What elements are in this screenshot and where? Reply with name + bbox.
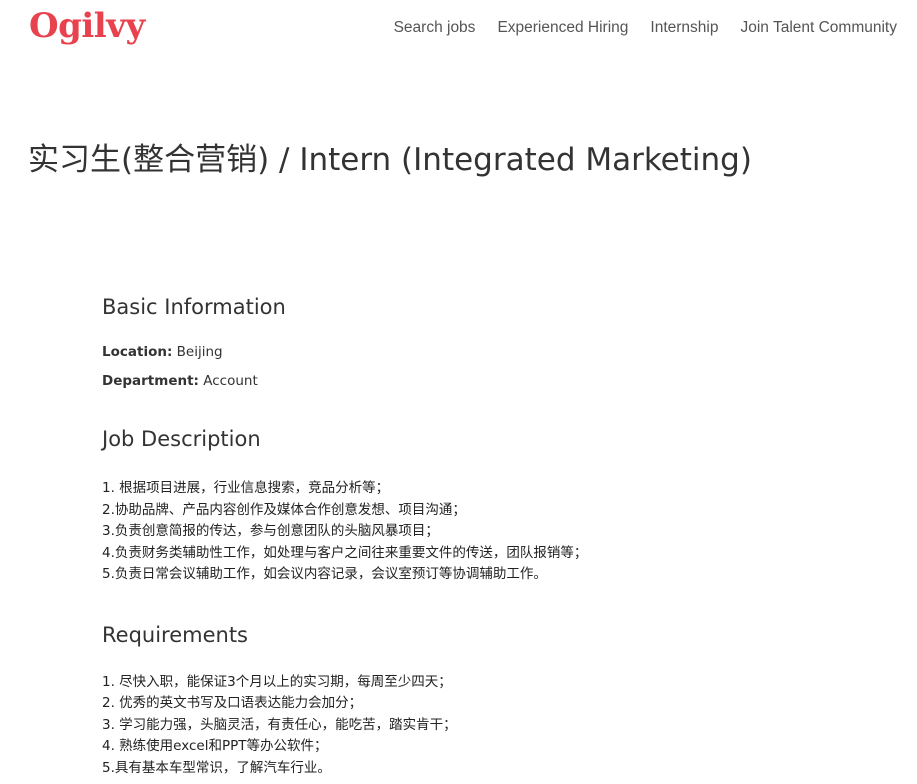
requirement-item: 1. 尽快入职，能保证3个月以上的实习期，每周至少四天；: [102, 673, 452, 690]
nav-experienced-hiring[interactable]: Experienced Hiring: [497, 18, 628, 38]
requirement-item: 5.具有基本车型常识，了解汽车行业。: [102, 759, 331, 776]
job-title: 实习生(整合营销) / Intern (Integrated Marketing…: [28, 142, 752, 178]
job-description-list: 1. 根据项目进展，行业信息搜索，竞品分析等； 2.协助品牌、产品内容创作及媒体…: [102, 478, 882, 586]
job-description-item: 2.协助品牌、产品内容创作及媒体合作创意发想、项目沟通；: [102, 501, 466, 518]
requirements-section: Requirements 1. 尽快入职，能保证3个月以上的实习期，每周至少四天…: [102, 618, 882, 780]
job-details: Basic Information Location: Beijing Depa…: [102, 290, 882, 779]
location-row: Location: Beijing: [102, 342, 882, 362]
nav-search-jobs[interactable]: Search jobs: [394, 18, 476, 38]
nav-join-talent-community[interactable]: Join Talent Community: [740, 18, 897, 38]
requirements-list: 1. 尽快入职，能保证3个月以上的实习期，每周至少四天； 2. 优秀的英文书写及…: [102, 672, 882, 780]
location-label: Location:: [102, 344, 173, 360]
department-label: Department:: [102, 373, 199, 389]
site-header: Ogilvy Search jobs Experienced Hiring In…: [0, 0, 917, 60]
nav-internship[interactable]: Internship: [650, 18, 718, 38]
job-description-item: 1. 根据项目进展，行业信息搜索，竞品分析等；: [102, 480, 390, 496]
job-description-item: 5.负责日常会议辅助工作，如会议内容记录，会议室预订等协调辅助工作。: [102, 566, 547, 582]
requirement-item: 2. 优秀的英文书写及口语表达能力会加分；: [102, 695, 363, 711]
requirement-item: 4. 熟练使用excel和PPT等办公软件；: [102, 738, 328, 754]
job-description-item: 3.负责创意简报的传达，参与创意团队的头脑风暴项目；: [102, 523, 439, 539]
ogilvy-logo[interactable]: Ogilvy: [29, 6, 145, 46]
job-description-item: 4.负责财务类辅助性工作，如处理与客户之间往来重要文件的传送，团队报销等；: [102, 544, 588, 561]
location-value: Beijing: [176, 344, 223, 360]
requirements-heading: Requirements: [102, 622, 248, 647]
main-nav: Search jobs Experienced Hiring Internshi…: [394, 18, 897, 38]
requirement-item: 3. 学习能力强，头脑灵活，有责任心，能吃苦，踏实肯干；: [102, 716, 457, 733]
department-value: Account: [203, 373, 258, 389]
job-description-section: Job Description 1. 根据项目进展，行业信息搜索，竞品分析等； …: [102, 422, 882, 586]
basic-information-heading: Basic Information: [102, 295, 286, 319]
job-description-heading: Job Description: [102, 427, 261, 451]
department-row: Department: Account: [102, 371, 882, 391]
basic-information-section: Basic Information Location: Beijing Depa…: [102, 290, 882, 391]
